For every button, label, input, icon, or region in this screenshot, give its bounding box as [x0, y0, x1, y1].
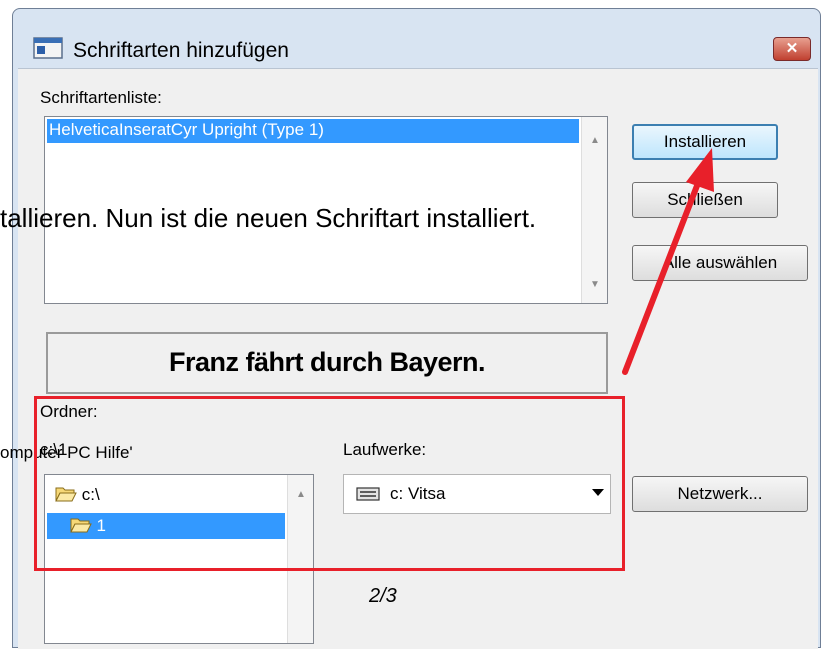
annotation-arrow-icon: [622, 148, 714, 375]
